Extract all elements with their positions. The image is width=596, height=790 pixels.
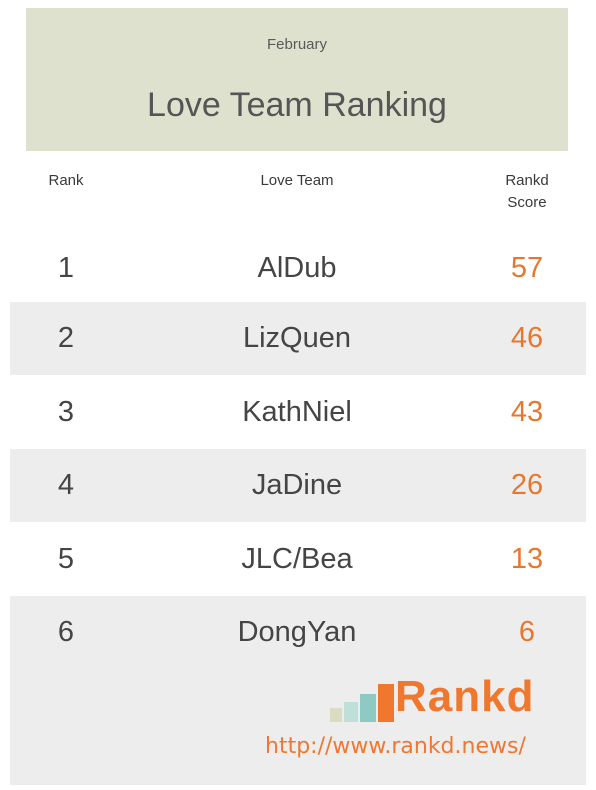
team-cell: KathNiel [242, 396, 352, 428]
rank-cell: 2 [57, 322, 75, 354]
score-cell: 26 [510, 469, 544, 501]
table-row: 6 DongYan 6 [10, 596, 586, 669]
score-cell: 43 [510, 396, 544, 428]
logo-bar-1 [330, 708, 342, 722]
logo-bar-4 [378, 684, 394, 722]
team-cell: JLC/Bea [241, 543, 353, 575]
table-row: 1 AlDub 57 [10, 232, 586, 305]
score-cell: 6 [518, 616, 536, 648]
team-cell: AlDub [257, 252, 337, 284]
table-row: 3 KathNiel 43 [10, 376, 586, 449]
month-label: February [266, 36, 328, 53]
logo-bar-3 [360, 694, 376, 722]
rank-cell: 5 [57, 543, 75, 575]
rank-cell: 6 [57, 616, 75, 648]
table-row: 5 JLC/Bea 13 [10, 523, 586, 596]
team-cell: LizQuen [242, 322, 351, 354]
table-row: 2 LizQuen 46 [10, 302, 586, 375]
score-cell: 13 [510, 543, 544, 575]
score-cell: 57 [510, 252, 544, 284]
rank-cell: 3 [57, 396, 75, 428]
page-title: Love Team Ranking [147, 86, 447, 124]
rank-cell: 4 [57, 469, 75, 501]
column-header-rank: Rank [48, 172, 84, 189]
score-cell: 46 [510, 322, 544, 354]
column-header-score-line1: Rankd [505, 172, 549, 189]
brand-name: Rankd [395, 672, 535, 721]
column-header-team: Love Team [260, 172, 334, 189]
title-banner: February Love Team Ranking [26, 8, 568, 151]
column-header-score-line2: Score [507, 194, 547, 211]
team-cell: JaDine [251, 469, 343, 501]
footer-branding: Rankd http://www.rankd.news/ [10, 668, 586, 785]
team-cell: DongYan [237, 616, 357, 648]
column-header-score: Rankd Score [492, 170, 562, 214]
table-row: 4 JaDine 26 [10, 449, 586, 522]
logo-bar-2 [344, 702, 358, 722]
website-url[interactable]: http://www.rankd.news/ [265, 734, 526, 759]
rank-cell: 1 [57, 252, 75, 284]
